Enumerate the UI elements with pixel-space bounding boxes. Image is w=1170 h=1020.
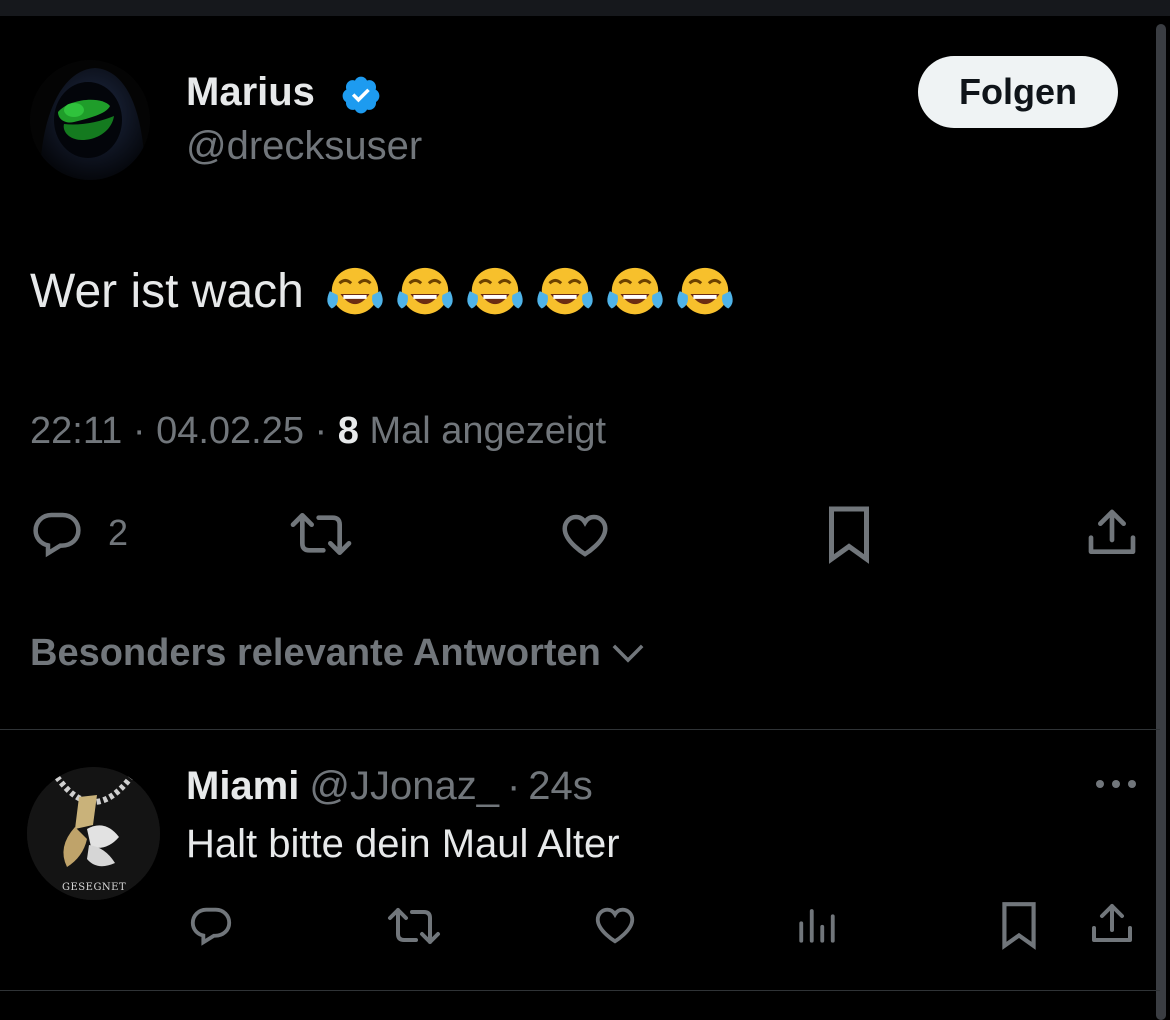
share-icon (1084, 504, 1140, 562)
replies-sort-label: Besonders relevante Antworten (30, 632, 601, 674)
reply-author-name[interactable]: Miami (186, 764, 299, 808)
reply-count: 2 (108, 512, 129, 553)
face-with-tears-of-joy-icon (607, 267, 663, 315)
like-button[interactable] (556, 508, 614, 562)
reply-like-button[interactable] (590, 902, 640, 948)
retweet-icon (288, 506, 354, 562)
author-avatar[interactable] (30, 60, 150, 180)
reply-bookmark-button[interactable] (998, 900, 1040, 950)
reply-separator: · (506, 764, 521, 808)
retweet-icon (386, 902, 442, 950)
bookmark-icon (998, 900, 1040, 950)
reply-author-handle[interactable]: @JJonaz_ (309, 764, 499, 808)
reply-icon (28, 506, 86, 560)
follow-button[interactable]: Folgen (918, 56, 1118, 128)
meta-separator: · (132, 410, 157, 452)
face-with-tears-of-joy-icon (327, 267, 383, 315)
share-icon (1088, 900, 1136, 948)
scrollbar[interactable] (1156, 24, 1166, 1020)
views-icon (796, 904, 838, 946)
face-with-tears-of-joy-icon (537, 267, 593, 315)
avatar-caption: GESEGNET (62, 882, 127, 893)
reply-reply-button[interactable] (186, 902, 236, 948)
views-label: Mal angezeigt (369, 410, 607, 452)
tweet-date[interactable]: 04.02.25 (156, 410, 304, 452)
meta-separator: · (314, 410, 338, 452)
tweet-time[interactable]: 22:11 (30, 410, 122, 452)
tweet-meta: 22:11 · 04.02.25 · 8 Mal angezeigt (30, 410, 606, 453)
reply-time[interactable]: 24s (528, 764, 593, 808)
face-with-tears-of-joy-icon (397, 267, 453, 315)
reply-header: Miami @JJonaz_ · 24s (186, 764, 593, 809)
verified-badge-icon (340, 74, 382, 116)
like-icon (556, 508, 614, 562)
divider (0, 729, 1160, 730)
face-with-tears-of-joy-icon (467, 267, 523, 315)
bookmark-button[interactable] (824, 504, 874, 564)
tweet-emojis (324, 262, 736, 324)
share-button[interactable] (1084, 504, 1140, 562)
author-handle[interactable]: @drecksuser (186, 124, 422, 169)
reply-button[interactable]: 2 (28, 506, 128, 560)
face-with-tears-of-joy-icon (677, 267, 733, 315)
top-bar (0, 0, 1170, 16)
replies-sort-dropdown[interactable]: Besonders relevante Antworten (30, 632, 645, 675)
reply-icon (186, 902, 236, 948)
tweet-text: Wer ist wach (30, 265, 304, 318)
chevron-down-icon (611, 632, 645, 675)
views-count: 8 (337, 410, 359, 452)
bookmark-icon (824, 504, 874, 564)
like-icon (590, 902, 640, 948)
reply-views-button[interactable] (796, 904, 838, 946)
reply-author-avatar[interactable] (27, 767, 160, 900)
reply-share-button[interactable] (1088, 900, 1136, 948)
divider (0, 990, 1160, 991)
reply-retweet-button[interactable] (386, 902, 442, 950)
retweet-button[interactable] (288, 506, 354, 562)
more-icon[interactable] (1094, 772, 1138, 801)
author-name[interactable]: Marius (186, 70, 315, 115)
reply-text: Halt bitte dein Maul Alter (186, 822, 620, 866)
